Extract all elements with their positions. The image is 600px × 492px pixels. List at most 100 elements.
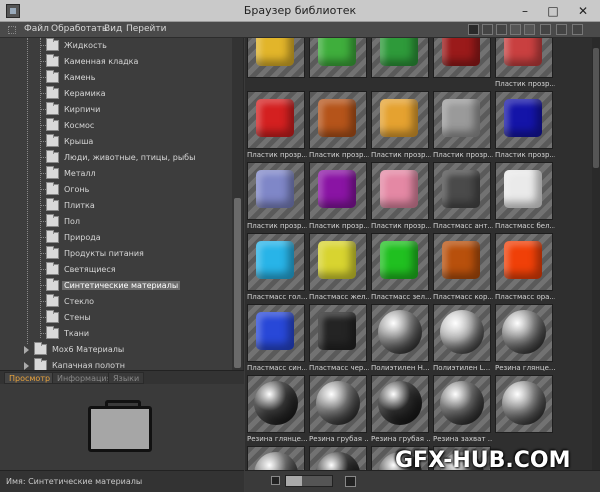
- tree-item[interactable]: Каменная кладка: [0, 54, 232, 70]
- pin-icon[interactable]: [572, 24, 583, 35]
- menu-file[interactable]: Файл: [24, 24, 49, 34]
- material-tile[interactable]: [371, 162, 429, 220]
- material-tile[interactable]: [247, 375, 305, 433]
- tree-item[interactable]: Керамика: [0, 86, 232, 102]
- material-tile[interactable]: [495, 304, 553, 362]
- material-tile[interactable]: [371, 375, 429, 433]
- material-tile[interactable]: [309, 375, 367, 433]
- item-name-label: Имя: Синтетические материалы: [6, 477, 143, 486]
- tree-item[interactable]: Плитка: [0, 198, 232, 214]
- material-tile[interactable]: [495, 38, 553, 78]
- material-tile[interactable]: [309, 162, 367, 220]
- tree-item-label: Керамика: [64, 89, 106, 98]
- material-tile[interactable]: [433, 304, 491, 362]
- material-tile[interactable]: [247, 304, 305, 362]
- back-icon[interactable]: [540, 24, 551, 35]
- material-tile[interactable]: [309, 91, 367, 149]
- material-tile[interactable]: [433, 162, 491, 220]
- tree-item[interactable]: Светящиеся: [0, 262, 232, 278]
- maximize-button[interactable]: □: [540, 3, 566, 19]
- material-swatch: [318, 170, 356, 208]
- material-tile[interactable]: [433, 38, 491, 78]
- minimize-button[interactable]: –: [512, 3, 538, 19]
- zoom-out-icon[interactable]: [271, 476, 280, 485]
- folder-preview-icon: [88, 400, 152, 452]
- tree-item[interactable]: Жидкость: [0, 38, 232, 54]
- material-tile[interactable]: [247, 233, 305, 291]
- tree-item[interactable]: Люди, животные, птицы, рыбы: [0, 150, 232, 166]
- tab-languages[interactable]: Языки: [108, 372, 145, 384]
- material-tile[interactable]: [247, 91, 305, 149]
- tree-item-parent[interactable]: Мох6 Материалы: [0, 342, 232, 358]
- material-tile[interactable]: [309, 446, 367, 470]
- material-tile[interactable]: [309, 233, 367, 291]
- tree-item[interactable]: Природа: [0, 230, 232, 246]
- tree-item[interactable]: Космос: [0, 118, 232, 134]
- material-tile-label: Пластик прозр...: [309, 222, 369, 230]
- material-tile[interactable]: [371, 304, 429, 362]
- folder-icon: [46, 134, 59, 147]
- material-swatch: [502, 310, 546, 354]
- tab-info[interactable]: Информация: [52, 372, 117, 384]
- material-tile-label: Пластик прозр...: [371, 151, 431, 159]
- material-tile[interactable]: [495, 233, 553, 291]
- material-tile[interactable]: [309, 304, 367, 362]
- close-button[interactable]: ✕: [570, 3, 596, 19]
- grid-view-icon[interactable]: [510, 24, 521, 35]
- grid-scrollbar[interactable]: [592, 38, 600, 470]
- up-folder-icon[interactable]: [496, 24, 507, 35]
- menu-go[interactable]: Перейти: [126, 24, 167, 34]
- tree-item[interactable]: Огонь: [0, 182, 232, 198]
- material-tile[interactable]: [247, 162, 305, 220]
- preview-tabs: Просмотр Информация Языки: [0, 370, 244, 384]
- expand-arrow-icon[interactable]: [24, 362, 29, 370]
- tree-item[interactable]: Стекло: [0, 294, 232, 310]
- settings-icon[interactable]: [556, 24, 567, 35]
- list-view-icon[interactable]: [524, 24, 535, 35]
- material-swatch: [442, 38, 480, 66]
- tree-item[interactable]: Металл: [0, 166, 232, 182]
- material-tile[interactable]: [495, 162, 553, 220]
- material-tile[interactable]: [433, 91, 491, 149]
- tree-item[interactable]: Продукты питания: [0, 246, 232, 262]
- material-tile[interactable]: [433, 375, 491, 433]
- tree-scrollbar[interactable]: [232, 38, 243, 370]
- material-tile[interactable]: [247, 38, 305, 78]
- material-tile-label: Пластмасс бел...: [495, 222, 555, 230]
- material-tile-label: Полиэтилен Н...: [371, 364, 430, 372]
- material-tile[interactable]: [371, 38, 429, 78]
- home-icon[interactable]: [482, 24, 493, 35]
- folder-icon: [34, 342, 47, 355]
- window-title: Браузер библиотек: [243, 4, 357, 17]
- menu-view[interactable]: Вид: [104, 24, 122, 34]
- material-tile-label: Пластмасс гол...: [247, 293, 307, 301]
- zoom-bar: [245, 470, 600, 492]
- tree-item-partial[interactable]: Капачная полотн: [0, 358, 232, 370]
- tree-item[interactable]: Камень: [0, 70, 232, 86]
- tree-item-label: Светящиеся: [64, 265, 116, 274]
- zoom-in-icon[interactable]: [345, 476, 356, 487]
- zoom-slider[interactable]: [285, 475, 333, 487]
- tree-item[interactable]: Пол: [0, 214, 232, 230]
- material-tile[interactable]: [371, 233, 429, 291]
- view-mode-icon[interactable]: [468, 24, 479, 35]
- material-tile[interactable]: [495, 375, 553, 433]
- zoom-slider-fill: [286, 476, 302, 486]
- menu-process[interactable]: Обработать: [51, 24, 107, 34]
- tree-item[interactable]: Стены: [0, 310, 232, 326]
- material-tile[interactable]: [495, 91, 553, 149]
- material-tile[interactable]: [309, 38, 367, 78]
- tree-item[interactable]: Ткани: [0, 326, 232, 342]
- material-tile[interactable]: [371, 91, 429, 149]
- tree-item[interactable]: Кирпичи: [0, 102, 232, 118]
- material-tile-label: Пластмасс зел...: [371, 293, 431, 301]
- tree-item[interactable]: Крыша: [0, 134, 232, 150]
- folder-icon: [46, 198, 59, 211]
- material-tile[interactable]: [247, 446, 305, 470]
- expand-arrow-icon[interactable]: [24, 346, 29, 354]
- scrollbar-thumb[interactable]: [234, 198, 241, 368]
- material-tile[interactable]: [433, 233, 491, 291]
- scrollbar-thumb[interactable]: [593, 48, 599, 168]
- tree-item[interactable]: Синтетические материалы: [0, 278, 232, 294]
- tab-preview[interactable]: Просмотр: [4, 372, 56, 384]
